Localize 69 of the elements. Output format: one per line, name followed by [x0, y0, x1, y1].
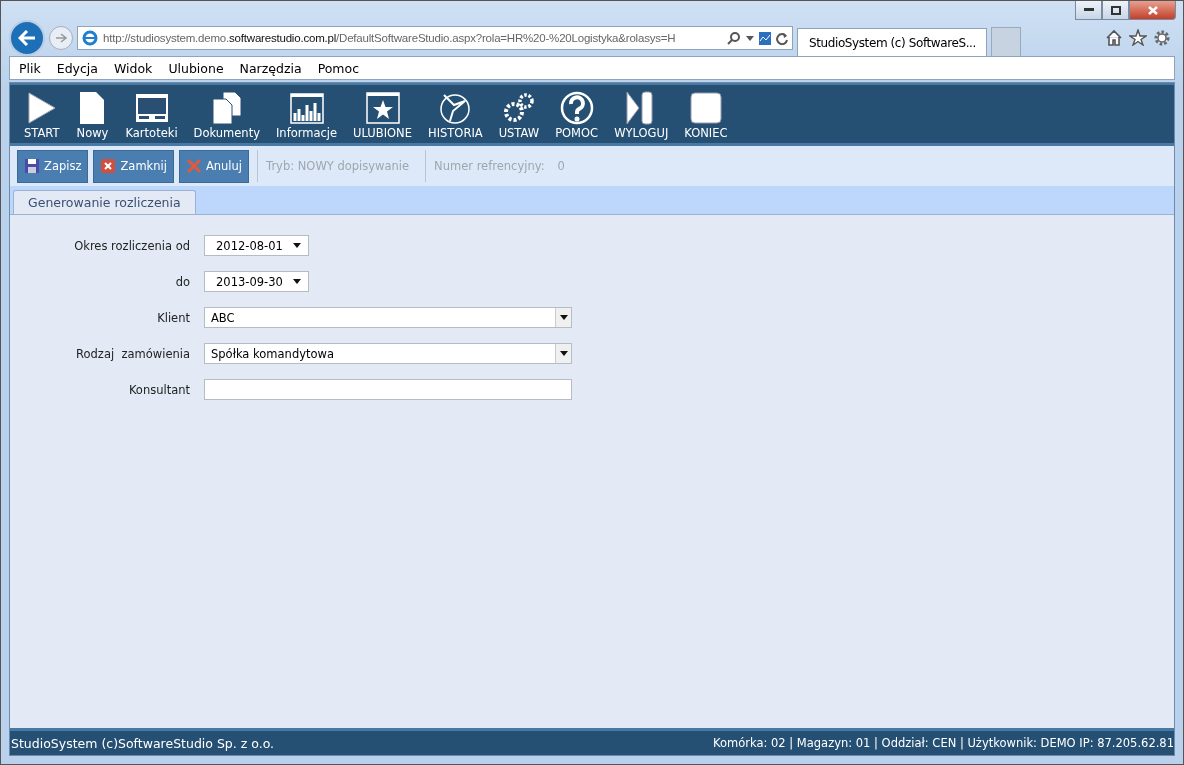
gears-icon: [501, 91, 536, 125]
toolbar-button[interactable]: WYLOGUJ: [606, 87, 677, 143]
mode-label: Tryb: NOWY dopisywanie: [266, 159, 410, 173]
field-label: Klient: [157, 310, 190, 325]
action-button[interactable]: Zamknij: [93, 149, 174, 183]
field-label: Rodzaj zamówienia: [76, 346, 190, 361]
toolbar-button[interactable]: USTAW: [490, 87, 548, 143]
toolbar-button[interactable]: ULUBIONE: [345, 87, 420, 143]
menu-item[interactable]: Plik: [19, 60, 41, 76]
tab[interactable]: Generowanie rozliczenia: [13, 190, 196, 214]
tab-title: StudioSystem (c) SoftwareS...: [809, 35, 976, 50]
history-icon: [438, 91, 473, 125]
toolbar-button[interactable]: START: [16, 87, 68, 143]
toolbar-button[interactable]: Nowy: [67, 87, 118, 143]
help-icon: [559, 91, 594, 125]
minimize-button[interactable]: [1075, 1, 1102, 20]
url-text: http://studiosystem.demo.softwarestudio.com.pl/DefaultSoftwareStudio.aspx?rola=HR%20-%20Logistyka&rolasys=H: [103, 32, 677, 44]
toolbar-button[interactable]: HISTORIA: [420, 87, 491, 143]
reference-value: 0: [557, 159, 565, 173]
stop-icon: [688, 91, 723, 125]
maximize-icon: [1110, 5, 1121, 15]
caret-icon: [293, 279, 301, 284]
menu-item[interactable]: Edycja: [56, 60, 98, 76]
status-text: StudioSystem (c)SoftwareStudio Sp. z o.o.: [11, 735, 275, 751]
caret-icon: [559, 315, 568, 320]
date-dropdown[interactable]: 2013-09-30: [204, 271, 309, 292]
toolbar-button[interactable]: POMOC: [547, 87, 607, 143]
caret-icon: [559, 351, 568, 356]
home-icon[interactable]: [1105, 29, 1123, 46]
combo-box[interactable]: Spółka komandytowa: [204, 343, 572, 364]
forward-arrow-icon: [55, 33, 67, 43]
menu-item[interactable]: Ulubione: [168, 60, 224, 76]
toolbar-button[interactable]: Kartoteki: [117, 87, 186, 143]
browser-tab[interactable]: StudioSystem (c) SoftwareS...: [797, 28, 987, 56]
close-button[interactable]: [1129, 1, 1176, 20]
window-icon: [134, 91, 169, 125]
search-icon[interactable]: [727, 31, 741, 45]
action-button[interactable]: Anuluj: [178, 149, 250, 183]
address-bar[interactable]: http://studiosystem.demo.softwarestudio.com.pl/DefaultSoftwareStudio.aspx?rola=HR%20-%20Logistyka&rolasys=H: [77, 26, 793, 50]
reference-label: Numer refrencyjny:: [434, 159, 545, 173]
close-icon: [1147, 5, 1158, 15]
toolbar-button[interactable]: Informacje: [267, 87, 346, 143]
settings-icon[interactable]: [1153, 29, 1171, 47]
field-label: Okres rozliczenia od: [74, 238, 190, 253]
toolbar-button[interactable]: KONIEC: [676, 87, 736, 143]
caret-icon: [293, 243, 301, 248]
toolbar-button[interactable]: Dokumenty: [185, 87, 268, 143]
compatibility-icon[interactable]: [759, 31, 771, 45]
menu-item[interactable]: Pomoc: [317, 60, 360, 76]
back-button[interactable]: [9, 20, 45, 56]
back-arrow-icon: [18, 30, 36, 46]
browser-logo-icon: [82, 30, 98, 46]
dropdown-caret-icon[interactable]: [746, 35, 754, 41]
input-field[interactable]: [204, 379, 572, 400]
menu-item[interactable]: Narzędzia: [239, 60, 302, 76]
x-icon: [185, 158, 202, 174]
maximize-button[interactable]: [1102, 1, 1129, 20]
refresh-icon[interactable]: [776, 31, 788, 45]
bar-chart-icon: [289, 91, 324, 125]
combo-box[interactable]: ABC: [204, 307, 572, 328]
action-button[interactable]: Zapisz: [17, 149, 89, 183]
minimize-icon: [1083, 8, 1094, 12]
star-icon[interactable]: [1129, 29, 1147, 46]
status-info: Komórka: 02 | Magazyn: 01 | Oddział: CEN | Użytkownik: DEMO IP: 87.205.62.81: [713, 736, 1174, 750]
close-box-icon: [100, 158, 117, 174]
menu-item[interactable]: Widok: [114, 60, 153, 76]
field-label: do: [175, 274, 190, 289]
date-dropdown[interactable]: 2012-08-01: [204, 235, 309, 256]
field-label: Konsultant: [128, 382, 190, 397]
